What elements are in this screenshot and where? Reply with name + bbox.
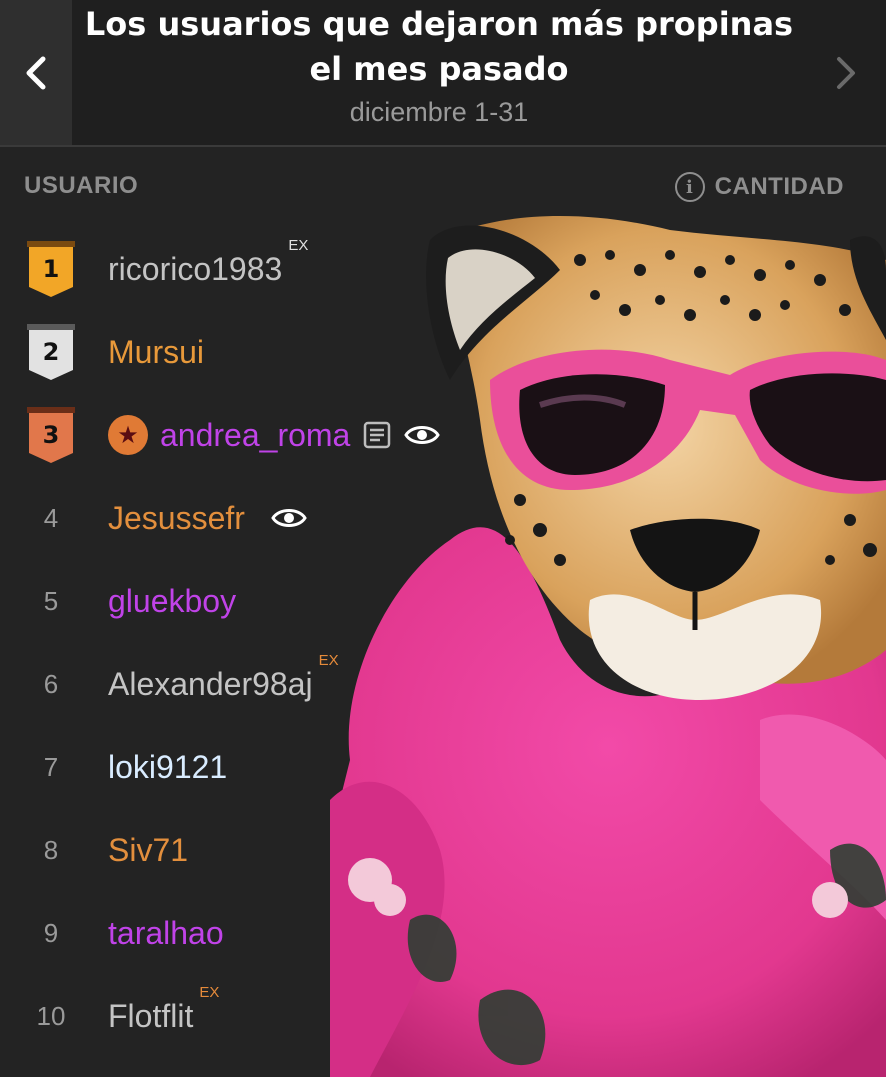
- username[interactable]: Jesussefr: [108, 500, 245, 537]
- rank-medal-silver: 2: [20, 317, 82, 387]
- rank-medal-gold: 1: [20, 234, 82, 304]
- username[interactable]: taralhao: [108, 915, 224, 952]
- rank-number: 10: [36, 1000, 66, 1031]
- ex-badge: EX: [199, 983, 220, 1001]
- header: Los usuarios que dejaron más propinas el…: [0, 0, 886, 147]
- info-icon[interactable]: i: [674, 172, 705, 202]
- rank-number: 7: [43, 751, 59, 782]
- leaderboard-row[interactable]: 5 gluekboy: [0, 566, 886, 636]
- eye-icon: [271, 509, 307, 527]
- column-header-user: USUARIO: [24, 172, 139, 199]
- chevron-left-icon: [26, 56, 46, 89]
- username[interactable]: loki9121: [108, 749, 227, 786]
- leaderboard-row[interactable]: 9 taralhao: [0, 898, 886, 968]
- leaderboard-row[interactable]: 4 Jesussefr: [0, 483, 886, 553]
- leaderboard-row[interactable]: 3 ★ andrea_roma: [0, 400, 886, 470]
- document-icon: [364, 421, 391, 449]
- username[interactable]: andrea_roma: [160, 417, 350, 454]
- ex-badge: EX: [288, 236, 309, 254]
- eye-icon: [404, 426, 441, 444]
- leaderboard-row[interactable]: 1 ricorico1983 EX: [0, 234, 886, 304]
- back-button[interactable]: [0, 0, 72, 145]
- username[interactable]: gluekboy: [108, 583, 236, 620]
- leaderboard-row[interactable]: 7 loki9121: [0, 732, 886, 802]
- rank-number: 5: [43, 585, 59, 616]
- leaderboard-row[interactable]: 6 Alexander98aj EX: [0, 649, 886, 719]
- column-header-amount[interactable]: i CANTIDAD: [674, 172, 844, 202]
- page-title: Los usuarios que dejaron más propinas el…: [84, 5, 794, 88]
- rank-number: 6: [43, 668, 59, 699]
- column-header-amount-label: CANTIDAD: [714, 173, 844, 200]
- rank-number: 4: [43, 502, 59, 533]
- username[interactable]: Mursui: [108, 334, 204, 371]
- leaderboard-row[interactable]: 2 Mursui: [0, 317, 886, 387]
- rank-number: 8: [43, 834, 59, 865]
- leaderboard-row[interactable]: 10 Flotflit EX: [0, 981, 886, 1051]
- chevron-right-icon: [837, 56, 855, 89]
- leaderboard-row[interactable]: 8 Siv71: [0, 815, 886, 885]
- ex-badge: EX: [318, 651, 339, 669]
- username[interactable]: ricorico1983: [108, 251, 282, 288]
- star-badge-icon: ★: [108, 415, 148, 455]
- forward-button[interactable]: [806, 0, 886, 145]
- date-range: diciembre 1-31: [349, 97, 529, 127]
- username[interactable]: Siv71: [108, 832, 188, 869]
- rank-medal-bronze: 3: [20, 400, 82, 470]
- username[interactable]: Flotflit: [108, 998, 193, 1035]
- rank-number: 9: [43, 917, 59, 948]
- username[interactable]: Alexander98aj: [108, 666, 313, 703]
